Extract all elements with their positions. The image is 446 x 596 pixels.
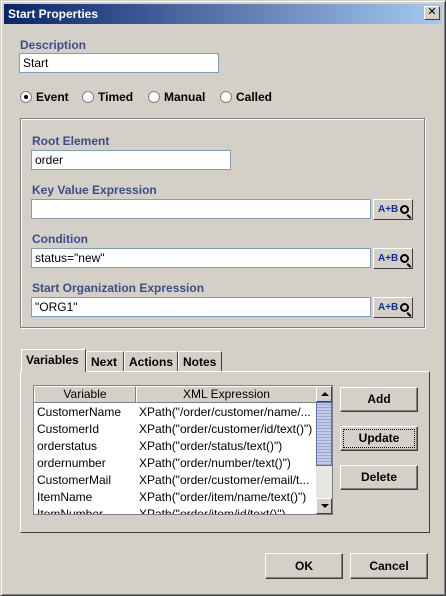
close-button[interactable]: ✕ <box>424 6 440 20</box>
magnifier-icon <box>400 303 409 312</box>
window-title: Start Properties <box>8 7 99 21</box>
magnifier-icon <box>400 205 409 214</box>
expression-cell: XPath("/order/customer/name/... <box>139 405 311 419</box>
tab-notes[interactable]: Notes <box>178 351 222 371</box>
root-element-label: Root Element <box>32 134 110 148</box>
table-vertical-scrollbar[interactable] <box>316 386 332 514</box>
expression-cell: XPath("order/customer/id/text()") <box>139 422 313 436</box>
radio-selected-dot-icon <box>24 95 28 99</box>
close-icon: ✕ <box>427 6 437 18</box>
table-row[interactable]: CustomerMail XPath("order/customer/email… <box>34 472 317 489</box>
arrow-up-icon <box>321 392 329 396</box>
expression-cell: XPath("order/status/text()") <box>139 439 283 453</box>
variable-cell: CustomerName <box>37 405 122 419</box>
table-row[interactable]: CustomerId XPath("order/customer/id/text… <box>34 421 317 438</box>
expression-cell: XPath("order/item/name/text()") <box>139 490 307 504</box>
radio-button-icon <box>20 91 32 103</box>
variable-cell: orderstatus <box>37 439 98 453</box>
radio-button-icon <box>148 91 160 103</box>
variable-cell: ItemNumber <box>37 507 104 515</box>
radio-button-icon <box>82 91 94 103</box>
radio-manual-label: Manual <box>164 90 206 104</box>
scroll-up-button[interactable] <box>316 386 332 402</box>
radio-button-icon <box>220 91 232 103</box>
arrow-down-icon <box>321 504 329 508</box>
expression-cell: XPath("order/customer/email/t... <box>139 473 310 487</box>
key-value-expression-builder-button[interactable]: A+B <box>373 199 413 220</box>
start-organization-expression-builder-button[interactable]: A+B <box>373 297 413 318</box>
variables-table[interactable]: Variable XML Expression CustomerName XPa… <box>33 385 333 515</box>
add-button[interactable]: Add <box>340 387 418 412</box>
variable-cell: CustomerMail <box>37 473 112 487</box>
update-button[interactable]: Update <box>340 426 418 451</box>
tab-actions[interactable]: Actions <box>124 351 178 371</box>
radio-event-label: Event <box>36 90 69 104</box>
ok-button[interactable]: OK <box>265 553 343 579</box>
table-row[interactable]: ordernumber XPath("order/number/text()") <box>34 455 317 472</box>
table-header: Variable XML Expression <box>34 386 317 403</box>
condition-label: Condition <box>32 232 88 246</box>
variable-cell: CustomerId <box>37 422 100 436</box>
root-element-field[interactable]: order <box>31 150 231 170</box>
expression-cell: XPath("order/item/id/text()") <box>139 507 286 515</box>
description-label: Description <box>20 38 87 52</box>
table-row[interactable]: orderstatus XPath("order/status/text()") <box>34 438 317 455</box>
table-row[interactable]: ItemName XPath("order/item/name/text()") <box>34 489 317 506</box>
key-value-expression-label: Key Value Expression <box>32 183 157 197</box>
expression-label: A+B <box>378 204 399 215</box>
column-header-variable[interactable]: Variable <box>34 386 136 403</box>
start-organization-expression-label: Start Organization Expression <box>32 281 205 295</box>
table-row[interactable]: ItemNumber XPath("order/item/id/text()") <box>34 506 317 515</box>
column-header-xml-expression[interactable]: XML Expression <box>136 386 317 403</box>
tab-next[interactable]: Next <box>86 351 124 371</box>
title-bar[interactable]: Start Properties ✕ <box>4 4 442 24</box>
variable-cell: ordernumber <box>37 456 106 470</box>
start-organization-expression-field[interactable]: "ORG1" <box>31 297 371 317</box>
scroll-thumb[interactable] <box>316 402 332 466</box>
table-row[interactable]: CustomerName XPath("/order/customer/name… <box>34 404 317 421</box>
expression-label: A+B <box>378 253 399 264</box>
tab-variables[interactable]: Variables <box>21 349 86 372</box>
radio-called-label: Called <box>236 90 273 104</box>
magnifier-icon <box>400 254 409 263</box>
expression-cell: XPath("order/number/text()") <box>139 456 291 470</box>
delete-button[interactable]: Delete <box>340 465 418 490</box>
variable-cell: ItemName <box>37 490 93 504</box>
expression-label: A+B <box>378 302 399 313</box>
description-field[interactable]: Start <box>19 53 219 73</box>
condition-builder-button[interactable]: A+B <box>373 248 413 269</box>
cancel-button[interactable]: Cancel <box>350 553 428 579</box>
key-value-expression-field[interactable] <box>31 199 371 219</box>
radio-timed-label: Timed <box>98 90 134 104</box>
condition-field[interactable]: status="new" <box>31 248 371 268</box>
scroll-down-button[interactable] <box>316 498 332 514</box>
